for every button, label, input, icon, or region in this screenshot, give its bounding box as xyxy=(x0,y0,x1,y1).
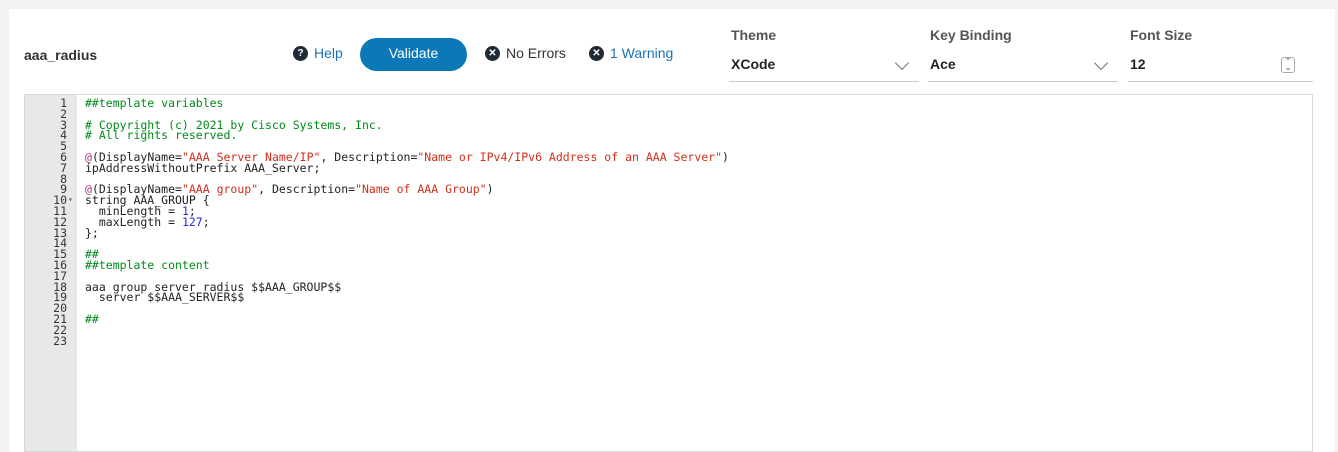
x-circle-icon: ✕ xyxy=(589,45,604,61)
line-text: # All rights reserved. xyxy=(85,128,238,143)
validate-button[interactable]: Validate xyxy=(360,38,467,71)
code-line[interactable]: 23 xyxy=(25,333,1312,348)
code-line[interactable]: 9 @(DisplayName="AAA group", Description=… xyxy=(25,184,1312,196)
warning-label: 1 Warning xyxy=(610,45,674,61)
code-line[interactable]: 14 xyxy=(25,238,1312,249)
line-text: ## xyxy=(85,311,99,326)
line-text: server $$AAA_SERVER$$ xyxy=(85,290,245,305)
help-link[interactable]: ? Help xyxy=(293,45,343,61)
code-line[interactable]: 15 ## xyxy=(25,248,1312,260)
chevron-down-icon xyxy=(894,55,910,71)
question-circle-icon: ? xyxy=(293,45,308,61)
code-line[interactable]: 1 ##template variables xyxy=(25,96,1312,110)
no-errors-status: ✕ No Errors xyxy=(485,45,566,61)
code-line[interactable]: 20 xyxy=(25,302,1312,314)
code-line[interactable]: 16 ##template content xyxy=(25,257,1312,272)
line-text: }; xyxy=(85,225,99,240)
chevron-down-icon xyxy=(1093,55,1109,71)
key-binding-label: Key Binding xyxy=(930,27,1012,43)
help-label: Help xyxy=(314,45,343,61)
line-text: maxLength = 127; xyxy=(85,214,210,229)
code-line[interactable]: 12 maxLength = 127; xyxy=(25,214,1312,229)
line-text: ##template content xyxy=(85,257,210,272)
theme-select[interactable]: XCode xyxy=(729,48,919,82)
template-name: aaa_radius xyxy=(24,47,98,63)
line-text: ipAddressWithoutPrefix AAA_Server; xyxy=(85,160,321,175)
code-line[interactable]: 7 ipAddressWithoutPrefix AAA_Server; xyxy=(25,160,1312,175)
fold-toggle-icon[interactable]: ▾ xyxy=(68,195,77,206)
font-size-label: Font Size xyxy=(1130,27,1193,43)
code-line[interactable]: 19 server $$AAA_SERVER$$ xyxy=(25,292,1312,303)
code-line[interactable]: 4 # All rights reserved. xyxy=(25,128,1312,143)
key-binding-select[interactable]: Ace xyxy=(928,48,1118,82)
warning-status[interactable]: ✕ 1 Warning xyxy=(589,45,673,61)
key-binding-value: Ace xyxy=(930,56,956,72)
x-circle-icon: ✕ xyxy=(485,45,500,61)
line-number: 23 xyxy=(53,333,67,348)
stepper-icon[interactable]: ⌃ ⌄ xyxy=(1281,57,1295,73)
line-text: ##template variables xyxy=(85,96,224,110)
no-errors-label: No Errors xyxy=(506,45,566,61)
code-line[interactable]: 22 xyxy=(25,324,1312,336)
code-line[interactable]: 21 ## xyxy=(25,311,1312,326)
code-editor[interactable]: 1 ##template variables 2 3 # Copyright (c) 2… xyxy=(24,94,1313,452)
code-line[interactable]: 13}; xyxy=(25,225,1312,240)
font-size-input[interactable]: 12 ⌃ ⌄ xyxy=(1128,48,1313,82)
code-lines: 1 ##template variables 2 3 # Copyright (c) 2… xyxy=(25,96,1312,348)
code-line[interactable]: 10 ▾ string AAA_GROUP { xyxy=(25,195,1312,206)
font-size-value: 12 xyxy=(1130,56,1146,72)
code-line[interactable]: 11 minLength = 1; xyxy=(25,205,1312,217)
theme-label: Theme xyxy=(731,27,777,43)
theme-value: XCode xyxy=(731,56,776,72)
